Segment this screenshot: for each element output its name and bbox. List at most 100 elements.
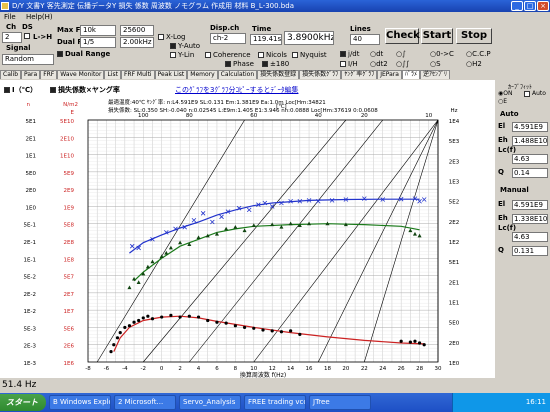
radio-h2[interactable]: ○H2: [466, 60, 482, 69]
fit-on-radio[interactable]: ◉ON: [498, 90, 512, 97]
tab-14[interactable]: 逆ｱｾﾝﾌﾞﾘ: [419, 70, 450, 79]
phase-checkbox[interactable]: Phase: [225, 60, 254, 69]
tab-12[interactable]: JEPara: [377, 70, 402, 79]
data-point-n_red: [399, 339, 403, 343]
tick-x: 18: [324, 366, 331, 372]
tick-n: 2E-3: [24, 344, 37, 350]
eh-label: Eh: [498, 136, 508, 144]
data-point-n_red: [242, 325, 247, 330]
xlog-checkbox[interactable]: X-Log: [158, 33, 185, 42]
tab-10[interactable]: 損失係数ｸﾞﾗﾌ: [299, 70, 342, 79]
dual-range-checkbox[interactable]: Dual Range: [57, 50, 110, 59]
manual-q-field[interactable]: 0.131: [512, 246, 548, 256]
freq-field[interactable]: 2.00kHz: [120, 37, 154, 48]
data-point-n_red: [146, 314, 150, 318]
time-field: 119.41s: [250, 34, 282, 45]
lc-field[interactable]: 4.63: [512, 154, 548, 164]
tick-x: 6: [215, 366, 219, 372]
tab-6[interactable]: Peak List: [154, 70, 188, 79]
ds-checkbox[interactable]: [24, 32, 32, 41]
radio-s[interactable]: ○S: [430, 60, 441, 69]
signal-select[interactable]: Random: [2, 54, 54, 65]
menu-help[interactable]: Help(H): [26, 13, 53, 21]
disp-select[interactable]: ch-2: [210, 33, 246, 44]
maxf-select[interactable]: 10k: [80, 25, 116, 36]
tab-13[interactable]: ﾊﾟﾗﾒ: [401, 70, 420, 79]
nicols-checkbox[interactable]: Nicols: [258, 51, 287, 60]
tab-4[interactable]: List: [104, 70, 121, 79]
taskbar-item-0[interactable]: B Windows Explorer: [49, 395, 111, 410]
check-button[interactable]: Check: [385, 28, 420, 44]
radio-jdt[interactable]: j/dt: [340, 50, 360, 59]
menu-bar: File Help(H): [0, 12, 550, 22]
tick-right: 2E2: [449, 220, 459, 226]
data-point-n_red: [233, 324, 237, 328]
fit-auto-check[interactable]: Auto: [524, 90, 546, 97]
data-point-n_red: [187, 314, 191, 318]
samples-select[interactable]: 25600: [120, 25, 154, 36]
tab-8[interactable]: Calculation: [217, 70, 258, 79]
manual-eh-field[interactable]: 1.338E10: [512, 214, 548, 224]
data-point-n_green: [270, 222, 275, 227]
coherence-checkbox[interactable]: Coherence: [205, 51, 251, 60]
yauto-checkbox[interactable]: Y-Auto: [170, 42, 200, 51]
tick-x: -4: [122, 366, 128, 372]
radio-int2[interactable]: ○∫∫: [396, 60, 409, 69]
tab-0[interactable]: Calib: [0, 70, 22, 79]
taskbar-item-3[interactable]: FREE trading vccoun...: [244, 395, 306, 410]
taskbar-item-4[interactable]: JTree: [309, 395, 371, 410]
manual-lc-field[interactable]: 4.63: [512, 232, 548, 242]
taskbar-item-2[interactable]: Servo_Analysis: [179, 395, 241, 410]
stop-button[interactable]: Stop: [456, 28, 492, 44]
close-button[interactable]: ×: [537, 1, 549, 11]
data-point-n_green: [307, 221, 312, 226]
tab-5[interactable]: FRF Multi: [120, 70, 155, 79]
manual-el-field[interactable]: 4.591E9: [512, 200, 548, 210]
radio-dt2[interactable]: ○dt2: [370, 60, 388, 69]
radio-ccp[interactable]: ○C.C.P: [466, 50, 491, 59]
start-button[interactable]: Start: [421, 28, 453, 44]
ch-select[interactable]: 2: [2, 32, 22, 43]
tab-1[interactable]: Para: [21, 70, 41, 79]
frequency-display: 3.8900kHz: [284, 31, 334, 45]
eh-field[interactable]: 1.488E10: [512, 136, 548, 146]
pm180-checkbox[interactable]: ±180: [262, 60, 289, 69]
radio-int[interactable]: ○∫: [396, 50, 406, 59]
radio-dt[interactable]: ○dt: [370, 50, 383, 59]
tab-3[interactable]: Wave Monitor: [57, 70, 105, 79]
q-field[interactable]: 0.14: [512, 168, 548, 178]
maximize-button[interactable]: □: [524, 1, 536, 11]
nyquist-checkbox[interactable]: Nyquist: [292, 51, 327, 60]
tick-x: 0: [160, 366, 164, 372]
start-button-os[interactable]: スタート: [0, 394, 46, 411]
lines-field[interactable]: 40: [350, 34, 380, 45]
data-point-n_green: [132, 276, 137, 281]
radio-0c[interactable]: ○0->C: [430, 50, 454, 59]
data-point-n_red: [112, 343, 116, 347]
tab-11[interactable]: ﾔﾝｸﾞ率ｸﾞﾗﾌ: [341, 70, 378, 79]
tick-x: 30: [435, 366, 442, 372]
tick-e: 1E9: [64, 205, 75, 211]
data-point-E: [129, 243, 135, 249]
tick-x: 28: [416, 366, 423, 372]
taskbar-item-1[interactable]: 2 Microsoft...: [114, 395, 176, 410]
manual-el-label: El: [498, 200, 506, 208]
manual-lc-label: Lc(f): [498, 224, 517, 232]
radio-ih[interactable]: I/H: [340, 60, 358, 69]
fit-e-radio[interactable]: ○E: [498, 98, 507, 105]
tick-top: 60: [250, 113, 257, 119]
data-point-n_red: [422, 343, 426, 347]
dual-select[interactable]: 1/5: [80, 37, 116, 48]
tick-x: -2: [141, 366, 146, 372]
tab-7[interactable]: Memory: [187, 70, 218, 79]
lines-label: Lines: [350, 25, 371, 33]
data-point-n_red: [178, 315, 182, 319]
minimize-button[interactable]: _: [511, 1, 523, 11]
tick-top: 100: [138, 113, 149, 119]
tab-9[interactable]: 損失係数登録: [257, 70, 300, 79]
el-field[interactable]: 4.591E9: [512, 122, 548, 132]
tab-2[interactable]: FRF: [40, 70, 58, 79]
ylin-checkbox[interactable]: Y-Lin: [170, 51, 194, 60]
left-header-n: n: [27, 102, 31, 108]
menu-file[interactable]: File: [4, 13, 16, 21]
